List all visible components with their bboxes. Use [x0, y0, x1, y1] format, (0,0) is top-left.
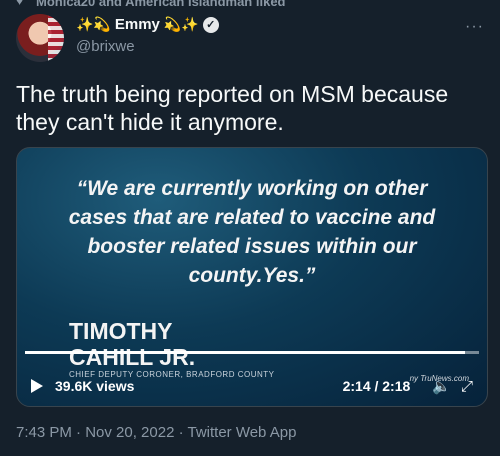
avatar[interactable] [16, 14, 64, 62]
tweet-timestamp[interactable]: 7:43 PM · Nov 20, 2022 · Twitter Web App [16, 424, 296, 441]
video-progress-bar[interactable] [25, 351, 479, 354]
volume-icon[interactable]: 🔈 [432, 377, 451, 395]
video-progress-fill [25, 351, 466, 354]
social-context[interactable]: ♥ Monica20 and American Islandman liked [16, 0, 286, 9]
speaker-name: TIMOTHY CAHILL JR. [69, 318, 195, 370]
heart-icon: ♥ [16, 0, 24, 8]
social-context-label: Monica20 and American Islandman liked [36, 0, 286, 9]
expand-icon[interactable]: ⤢ [461, 378, 473, 395]
speaker-name-line1: TIMOTHY [69, 318, 173, 344]
video-time: 2:14 / 2:18 [342, 378, 411, 394]
decoration-left: ✨💫 [76, 16, 111, 32]
author-name-row[interactable]: ✨💫 Emmy 💫✨ ✓ [76, 16, 219, 33]
view-count: 39.6K views [55, 378, 135, 394]
display-name[interactable]: Emmy [115, 16, 160, 33]
video-quote: “We are currently working on other cases… [68, 177, 436, 287]
tweet-text: The truth being reported on MSM because … [16, 81, 449, 135]
video-controls: 39.6K views 2:14 / 2:18 🔈 ⤢ [17, 366, 487, 406]
play-icon[interactable] [31, 379, 43, 393]
verified-icon: ✓ [202, 16, 219, 33]
decoration-right: 💫✨ [163, 16, 199, 32]
author-handle[interactable]: @brixwe [76, 38, 135, 55]
video-player[interactable]: “We are currently working on other cases… [16, 147, 488, 407]
more-icon[interactable]: ··· [465, 18, 484, 36]
